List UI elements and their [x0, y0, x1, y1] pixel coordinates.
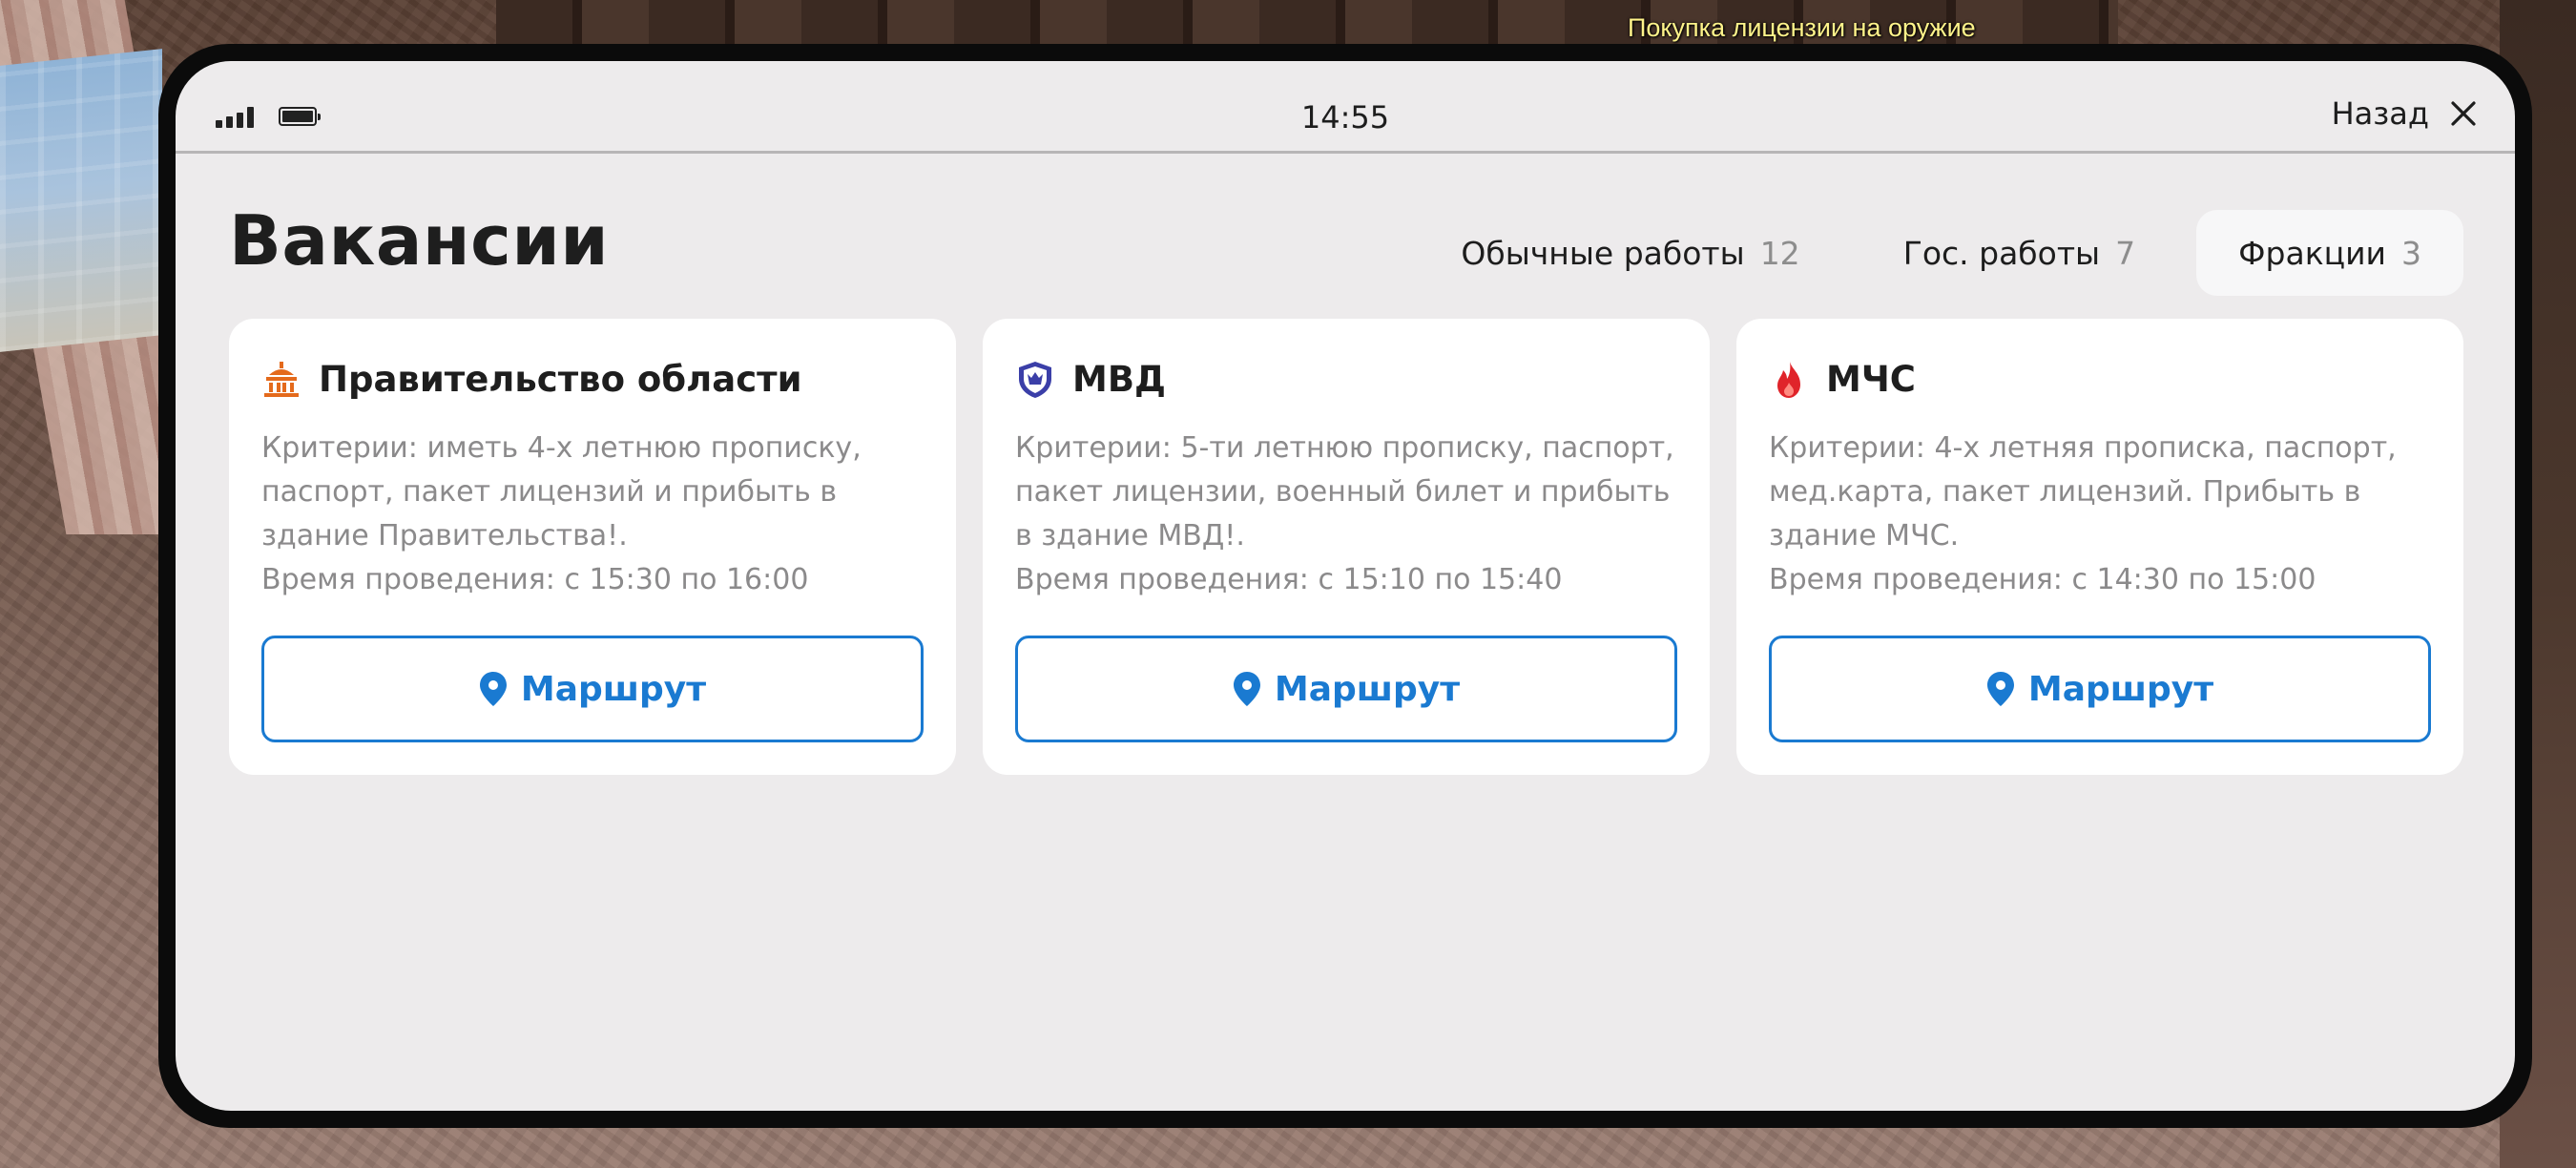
- status-bar: 14:55 Назад: [176, 61, 2515, 154]
- tab-factions[interactable]: Фракции 3: [2196, 210, 2463, 296]
- card-header: МВД: [1015, 359, 1677, 400]
- card-criteria: Критерии: 4-х летняя прописка, паспорт, …: [1769, 431, 2397, 553]
- back-button-label: Назад: [2331, 95, 2429, 132]
- map-pin-icon: [1233, 672, 1260, 706]
- vacancy-card-mchs: МЧС Критерии: 4-х летняя прописка, паспо…: [1736, 319, 2463, 775]
- page-title: Вакансии: [229, 200, 610, 281]
- card-title: Правительство области: [319, 359, 802, 400]
- government-building-icon: [264, 361, 299, 397]
- map-pin-icon: [1986, 672, 2014, 706]
- route-button[interactable]: Маршрут: [1015, 636, 1677, 742]
- back-button[interactable]: Назад: [2332, 95, 2477, 132]
- tab-label: Гос. работы: [1902, 234, 2101, 272]
- card-criteria: Критерии: иметь 4-х летнюю прописку, пас…: [261, 431, 862, 553]
- fire-flame-icon: [1777, 361, 1800, 398]
- tab-label: Фракции: [2238, 234, 2386, 272]
- vacancy-card-government: Правительство области Критерии: иметь 4-…: [229, 319, 956, 775]
- phone-frame: 14:55 Назад Вакансии Обычные работы 12 Г…: [158, 44, 2532, 1128]
- card-criteria: Критерии: 5-ти летнюю прописку, паспорт,…: [1015, 431, 1674, 553]
- phone-screen: 14:55 Назад Вакансии Обычные работы 12 Г…: [176, 61, 2515, 1111]
- close-icon: [2451, 101, 2476, 126]
- route-button-label: Маршрут: [1274, 669, 1461, 709]
- tab-count: 12: [1759, 234, 1800, 272]
- route-button[interactable]: Маршрут: [261, 636, 924, 742]
- tab-regular-jobs[interactable]: Обычные работы 12: [1419, 210, 1841, 296]
- card-header: МЧС: [1769, 359, 2431, 400]
- card-description: Критерии: 5-ти летнюю прописку, паспорт,…: [1015, 427, 1677, 602]
- card-description: Критерии: 4-х летняя прописка, паспорт, …: [1769, 427, 2431, 602]
- status-time: 14:55: [1300, 99, 1390, 136]
- tab-label: Обычные работы: [1461, 234, 1745, 272]
- route-button-label: Маршрут: [2027, 669, 2214, 709]
- card-header: Правительство области: [261, 359, 924, 400]
- card-time: Время проведения: с 14:30 по 15:00: [1769, 563, 2316, 596]
- police-shield-icon: [1019, 361, 1051, 398]
- card-time: Время проведения: с 15:30 по 16:00: [261, 563, 809, 596]
- route-button-label: Маршрут: [520, 669, 707, 709]
- tab-count: 3: [2401, 234, 2421, 272]
- background-window: [0, 49, 162, 352]
- card-description: Критерии: иметь 4-х летнюю прописку, пас…: [261, 427, 924, 602]
- vacancy-card-mvd: МВД Критерии: 5-ти летнюю прописку, пасп…: [983, 319, 1710, 775]
- route-button[interactable]: Маршрут: [1769, 636, 2431, 742]
- game-hint-text: Покупка лицензии на оружие: [1628, 13, 1976, 42]
- tab-bar: Обычные работы 12 Гос. работы 7 Фракции …: [1419, 210, 2463, 296]
- card-title: МЧС: [1826, 359, 1916, 400]
- map-pin-icon: [479, 672, 507, 706]
- tab-count: 7: [2115, 234, 2136, 272]
- tab-gov-jobs[interactable]: Гос. работы 7: [1861, 210, 2177, 296]
- card-time: Время проведения: с 15:10 по 15:40: [1015, 563, 1563, 596]
- card-title: МВД: [1072, 359, 1166, 400]
- vacancy-list: Правительство области Критерии: иметь 4-…: [229, 319, 2463, 775]
